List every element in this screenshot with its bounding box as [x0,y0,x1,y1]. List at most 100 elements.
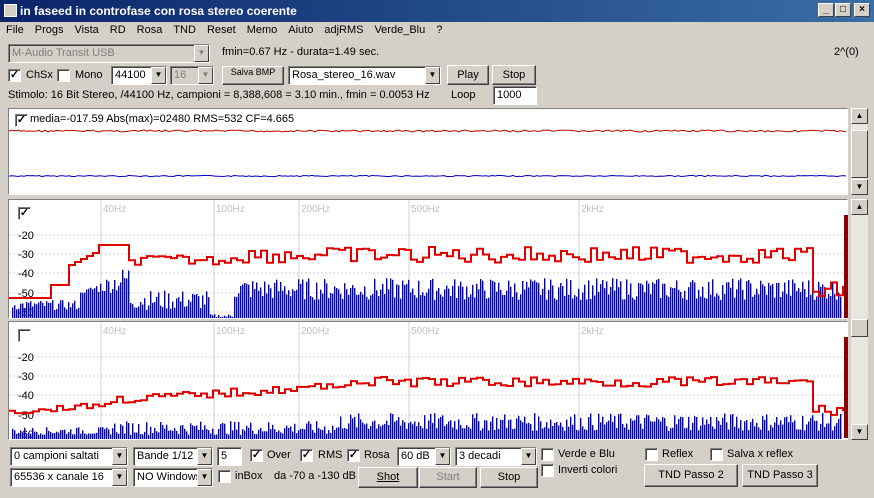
chevron-down-icon[interactable]: ▼ [194,45,209,62]
spectrum-left-checkbox[interactable]: ✓ [18,207,31,220]
spectrum-bars [12,413,842,439]
freq-label: 200Hz [301,326,330,337]
rms-checkbox[interactable]: ✓ [300,449,313,462]
spectrum-graph-right: 40Hz 100Hz 200Hz 500Hz 2kHz-20-30-40-50-60 [9,322,847,439]
inbox-checkbox[interactable] [218,470,231,483]
scroll-up-icon[interactable]: ▲ [851,108,868,124]
rate-select[interactable]: 44100 ▼ [111,66,167,85]
decades-select[interactable]: 3 decadi ▼ [455,447,537,466]
stop-button[interactable]: Stop [492,65,536,85]
minimize-button[interactable]: _ [818,3,834,17]
reflex-label: Reflex [662,448,694,460]
chsx-checkbox[interactable]: ✓ [8,69,21,82]
stop-analysis-button[interactable]: Stop [480,467,538,488]
freq-label: 2kHz [581,204,604,215]
bands-number-input[interactable]: 5 [217,447,242,466]
rate-value: 44100 [115,69,146,81]
title-bar: in faseed in controfase con rosa stereo … [0,0,874,22]
menu-rd[interactable]: RD [104,22,131,36]
mono-checkbox[interactable] [57,69,70,82]
chevron-down-icon[interactable]: ▼ [112,448,127,465]
verde-blu-checkbox[interactable] [541,448,554,461]
fft-size-value: 65536 x canale 16 [14,471,104,483]
freq-label: 500Hz [411,326,440,337]
db-label: -20 [18,352,34,364]
menu-file[interactable]: File [0,22,29,36]
wav-file-value: Rosa_stereo_16.wav [292,69,396,81]
freq-label: 40Hz [103,204,126,215]
scroll-thumb[interactable] [851,319,868,337]
scroll-down-icon[interactable]: ▼ [851,179,868,195]
bits-select[interactable]: 16 ▼ [170,66,214,85]
invert-checkbox[interactable] [541,464,554,477]
menu-tnd[interactable]: TND [167,22,201,36]
waveform-scrollbar[interactable]: ▲ ▼ [851,108,868,195]
chevron-down-icon[interactable]: ▼ [198,67,213,84]
verde-blu-label: Verde e Blu [558,448,615,460]
range-select[interactable]: 60 dB ▼ [397,447,451,466]
tnd-passo-3-button[interactable]: TND Passo 3 [742,464,818,487]
menu-reset[interactable]: Reset [201,22,241,36]
chevron-down-icon[interactable]: ▼ [151,67,166,84]
waveform-checkbox[interactable]: ✓ [15,114,28,127]
bands-select[interactable]: Bande 1/12 ▼ [133,447,213,466]
wav-file-select[interactable]: Rosa_stereo_16.wav ▼ [288,66,441,85]
menu-bar: File Progs Vista RD Rosa TND Reset Memo Aiuto adj… [0,22,874,40]
decades-value: 3 decadi [459,450,501,462]
menu-memo[interactable]: Memo [241,22,283,36]
waveform-panel: ✓ media=-017.59 Abs(max)=02480 RMS=532 C… [8,108,848,195]
menu-verde-blu[interactable]: Verde_Blu [368,22,430,36]
scroll-down-icon[interactable]: ▼ [851,424,868,440]
menu-help[interactable]: ? [430,22,447,36]
fft-size-select[interactable]: 65536 x canale 16 ▼ [10,468,128,487]
chevron-down-icon[interactable]: ▼ [435,448,450,465]
close-button[interactable]: × [854,3,870,17]
spectrum-scrollbar[interactable]: ▲ ▼ [851,199,868,440]
chevron-down-icon[interactable]: ▼ [112,469,127,486]
range-value: 60 dB [401,450,430,462]
db-label: -30 [18,249,34,261]
chsx-label: ChSx [26,69,53,81]
menu-rosa[interactable]: Rosa [131,22,168,36]
menu-vista[interactable]: Vista [68,22,103,36]
device-info: fmin=0.67 Hz - durata=1.49 sec. [222,46,380,58]
freq-label: 100Hz [216,326,245,337]
over-checkbox[interactable]: ✓ [250,449,263,462]
menu-aiuto[interactable]: Aiuto [282,22,318,36]
db-label: -30 [18,371,34,383]
level-meter-left [844,215,848,318]
maximize-button[interactable]: □ [835,3,851,17]
scroll-up-icon[interactable]: ▲ [851,199,868,215]
rms-label: RMS [318,449,343,461]
window-select[interactable]: NO Windows ▼ [133,468,213,487]
salva-reflex-label: Salva x reflex [727,448,794,460]
spectrum-bars [12,269,842,318]
skip-select[interactable]: 0 campioni saltati ▼ [10,447,128,466]
chevron-down-icon[interactable]: ▼ [521,448,536,465]
rosa-checkbox[interactable]: ✓ [347,449,360,462]
shot-button[interactable]: Shot [358,467,418,488]
spectrum-panel-right: 40Hz 100Hz 200Hz 500Hz 2kHz -20 -30 -40 -50 -60 [8,321,848,440]
start-button[interactable]: Start [419,467,477,488]
menu-adjrms[interactable]: adjRMS [318,22,368,36]
chevron-down-icon[interactable]: ▼ [197,448,212,465]
reflex-checkbox[interactable] [645,448,658,461]
window-value: NO Windows [137,471,202,483]
waveform-left-trace [9,129,847,133]
inbox-label: inBox [235,470,263,482]
loop-input[interactable]: 1000 [493,86,537,105]
chevron-down-icon[interactable]: ▼ [425,67,440,84]
play-button[interactable]: Play [447,65,489,85]
spectrum-right-checkbox[interactable] [18,329,31,342]
chevron-down-icon[interactable]: ▼ [197,469,212,486]
menu-progs[interactable]: Progs [29,22,69,36]
salva-reflex-checkbox[interactable] [710,448,723,461]
bands-value: Bande 1/12 [137,450,194,462]
save-bmp-button[interactable]: Salva BMP [222,66,284,85]
device-select[interactable]: M-Audio Transit USB ▼ [8,44,210,63]
over-label: Over [267,449,291,461]
tnd-passo-2-button[interactable]: TND Passo 2 [644,464,738,487]
db-range-label: da -70 a -130 dB [274,470,356,482]
scroll-thumb[interactable] [851,130,868,178]
freq-label: 40Hz [103,326,126,337]
